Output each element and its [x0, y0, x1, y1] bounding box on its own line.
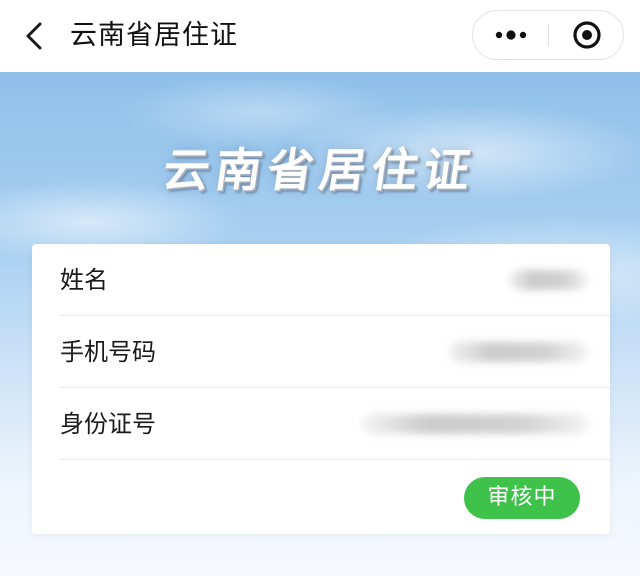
phone-label: 手机号码 — [60, 338, 156, 366]
banner-title: 云南省居住证 — [159, 143, 480, 197]
more-dots-icon — [473, 11, 549, 59]
id-number-label: 身份证号 — [60, 410, 156, 438]
nav-bar: 云南省居住证 — [0, 0, 640, 72]
name-value-blurred — [508, 270, 588, 290]
capsule-menu — [472, 10, 624, 60]
info-card: 姓名 手机号码 身份证号 审核中 — [32, 244, 610, 534]
page-title: 云南省居住证 — [70, 20, 238, 51]
close-button[interactable] — [549, 11, 623, 59]
back-button[interactable] — [14, 14, 58, 58]
id-number-value-blurred — [362, 414, 588, 434]
status-badge: 审核中 — [464, 477, 580, 519]
target-close-icon — [549, 11, 623, 59]
name-label: 姓名 — [60, 266, 108, 294]
chevron-left-icon — [14, 14, 58, 58]
phone-value-blurred — [448, 342, 588, 362]
info-row-name: 姓名 — [60, 244, 610, 316]
info-row-phone: 手机号码 — [60, 316, 610, 388]
info-row-id-number: 身份证号 — [60, 388, 610, 460]
more-button[interactable] — [473, 11, 549, 59]
